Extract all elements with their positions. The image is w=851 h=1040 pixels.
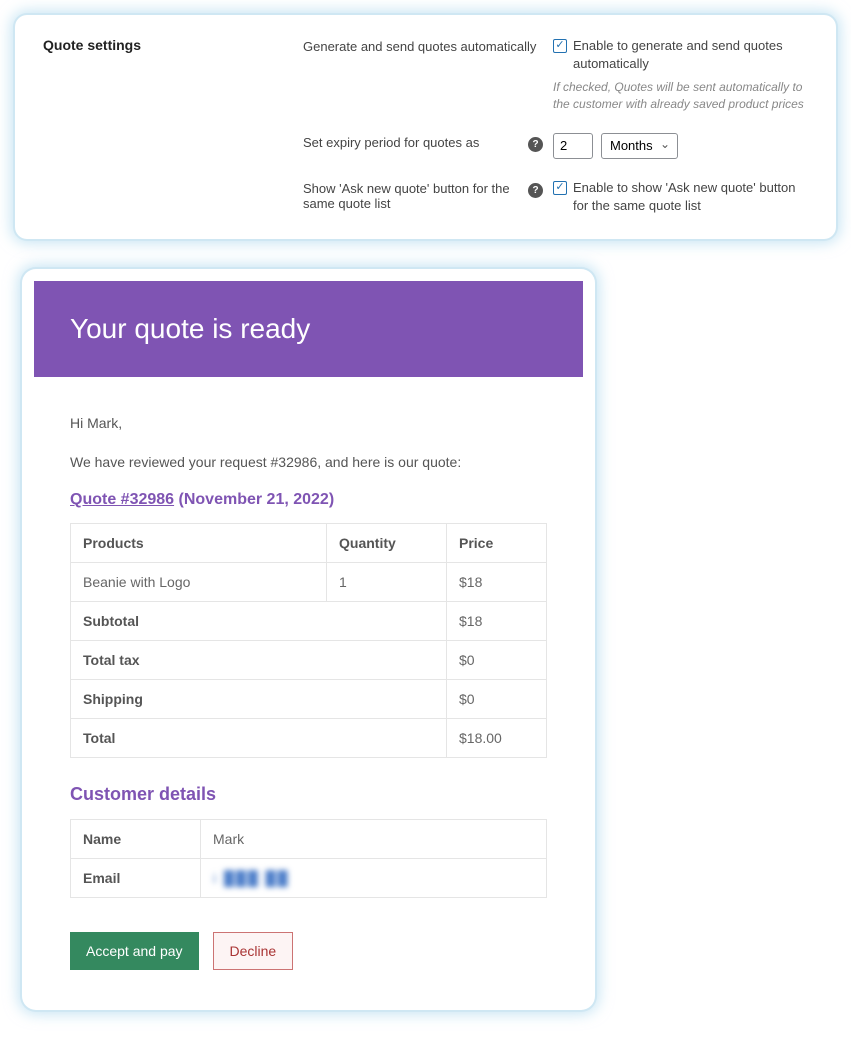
expiry-unit-select[interactable]: Months: [601, 133, 678, 159]
tax-value: $0: [447, 641, 547, 680]
item-price: $18: [447, 563, 547, 602]
help-icon[interactable]: ?: [528, 137, 543, 152]
quote-email-panel: Your quote is ready Hi Mark, We have rev…: [22, 269, 595, 1010]
email-greeting: Hi Mark,: [70, 413, 547, 434]
quote-date: (November 21, 2022): [179, 491, 335, 508]
settings-asknew-label: Show 'Ask new quote' button for the same…: [303, 181, 528, 211]
table-row: Name Mark: [71, 820, 547, 859]
quote-items-table: Products Quantity Price Beanie with Logo…: [70, 523, 547, 758]
tax-label: Total tax: [71, 641, 447, 680]
settings-row-asknew: Show 'Ask new quote' button for the same…: [43, 179, 808, 215]
settings-auto-label: Generate and send quotes automatically: [303, 39, 536, 54]
item-qty: 1: [327, 563, 447, 602]
auto-quote-checkbox[interactable]: ✓ Enable to generate and send quotes aut…: [553, 37, 808, 73]
customer-details-table: Name Mark Email i ███ ██: [70, 819, 547, 898]
auto-quote-checkbox-label: Enable to generate and send quotes autom…: [573, 37, 808, 73]
asknew-checkbox-label: Enable to show 'Ask new quote' button fo…: [573, 179, 808, 215]
settings-expiry-label: Set expiry period for quotes as: [303, 135, 479, 150]
table-head-row: Products Quantity Price: [71, 524, 547, 563]
asknew-checkbox[interactable]: ✓ Enable to show 'Ask new quote' button …: [553, 179, 808, 215]
table-row: Email i ███ ██: [71, 859, 547, 898]
accept-and-pay-button[interactable]: Accept and pay: [70, 932, 199, 970]
auto-quote-hint: If checked, Quotes will be sent automati…: [553, 79, 808, 113]
cust-name-label: Name: [71, 820, 201, 859]
check-icon: ✓: [553, 181, 567, 195]
table-row: Beanie with Logo 1 $18: [71, 563, 547, 602]
table-row: Total tax $0: [71, 641, 547, 680]
check-icon: ✓: [553, 39, 567, 53]
table-row: Total $18.00: [71, 719, 547, 758]
quote-title-line: Quote #32986 (November 21, 2022): [70, 491, 547, 509]
total-label: Total: [71, 719, 447, 758]
subtotal-value: $18: [447, 602, 547, 641]
decline-button[interactable]: Decline: [213, 932, 294, 970]
th-products: Products: [71, 524, 327, 563]
table-row: Shipping $0: [71, 680, 547, 719]
shipping-label: Shipping: [71, 680, 447, 719]
total-value: $18.00: [447, 719, 547, 758]
email-body: Hi Mark, We have reviewed your request #…: [34, 377, 583, 998]
quote-link[interactable]: Quote #32986: [70, 491, 174, 508]
settings-row-expiry: Set expiry period for quotes as ? Months: [43, 133, 808, 159]
customer-details-heading: Customer details: [70, 784, 547, 805]
table-row: Subtotal $18: [71, 602, 547, 641]
th-price: Price: [447, 524, 547, 563]
cust-email-label: Email: [71, 859, 201, 898]
settings-row-auto: Quote settings Generate and send quotes …: [43, 37, 808, 113]
item-name: Beanie with Logo: [71, 563, 327, 602]
expiry-number-input[interactable]: [553, 133, 593, 159]
shipping-value: $0: [447, 680, 547, 719]
action-buttons: Accept and pay Decline: [70, 932, 547, 970]
subtotal-label: Subtotal: [71, 602, 447, 641]
help-icon[interactable]: ?: [528, 183, 543, 198]
quote-settings-panel: Quote settings Generate and send quotes …: [15, 15, 836, 239]
email-header: Your quote is ready: [34, 281, 583, 377]
settings-section-title: Quote settings: [43, 37, 303, 53]
th-quantity: Quantity: [327, 524, 447, 563]
email-intro: We have reviewed your request #32986, an…: [70, 452, 547, 473]
cust-email-value: i ███ ██: [201, 859, 547, 898]
cust-name-value: Mark: [201, 820, 547, 859]
